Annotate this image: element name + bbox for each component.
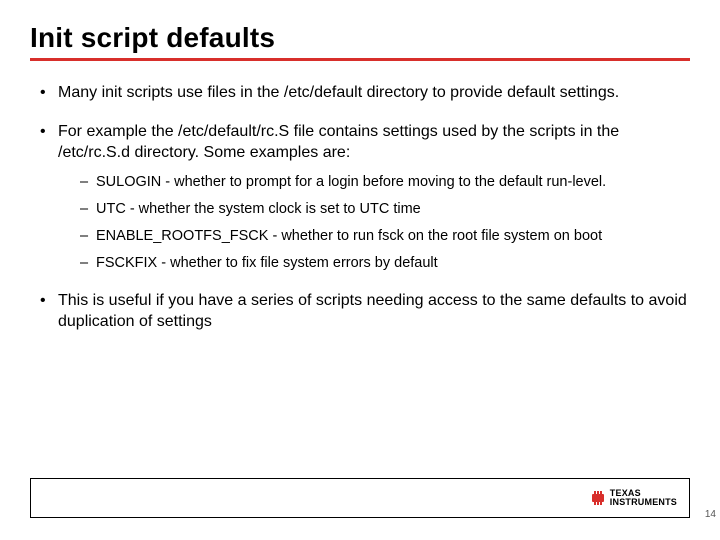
sub-bullet-item: FSCKFIX - whether to fix file system err… bbox=[80, 254, 690, 273]
bullet-text: This is useful if you have a series of s… bbox=[58, 292, 687, 330]
sub-bullet-text: UTC - whether the system clock is set to… bbox=[96, 201, 421, 217]
chip-icon bbox=[590, 490, 606, 506]
footer-bar: TEXAS INSTRUMENTS bbox=[30, 478, 690, 518]
sub-bullet-item: UTC - whether the system clock is set to… bbox=[80, 200, 690, 219]
bullet-item: This is useful if you have a series of s… bbox=[40, 291, 690, 333]
sub-bullet-item: ENABLE_ROOTFS_FSCK - whether to run fsck… bbox=[80, 227, 690, 246]
sub-bullet-text: ENABLE_ROOTFS_FSCK - whether to run fsck… bbox=[96, 228, 602, 244]
bullet-item: For example the /etc/default/rc.S file c… bbox=[40, 122, 690, 273]
logo-text: TEXAS INSTRUMENTS bbox=[610, 489, 677, 506]
sub-bullet-text: FSCKFIX - whether to fix file system err… bbox=[96, 255, 438, 271]
slide: Init script defaults Many init scripts u… bbox=[0, 0, 720, 540]
logo-line2: INSTRUMENTS bbox=[610, 498, 677, 507]
bullet-item: Many init scripts use files in the /etc/… bbox=[40, 83, 690, 104]
bullet-text: For example the /etc/default/rc.S file c… bbox=[58, 123, 619, 161]
sub-bullet-item: SULOGIN - whether to prompt for a login … bbox=[80, 173, 690, 192]
slide-title: Init script defaults bbox=[30, 22, 690, 54]
title-underline bbox=[30, 58, 690, 61]
ti-logo: TEXAS INSTRUMENTS bbox=[590, 489, 677, 506]
bullet-text: Many init scripts use files in the /etc/… bbox=[58, 84, 619, 101]
sub-bullet-text: SULOGIN - whether to prompt for a login … bbox=[96, 174, 606, 190]
slide-content: Many init scripts use files in the /etc/… bbox=[30, 83, 690, 332]
sub-bullet-list: SULOGIN - whether to prompt for a login … bbox=[58, 173, 690, 272]
page-number: 14 bbox=[705, 509, 716, 520]
bullet-list: Many init scripts use files in the /etc/… bbox=[30, 83, 690, 332]
